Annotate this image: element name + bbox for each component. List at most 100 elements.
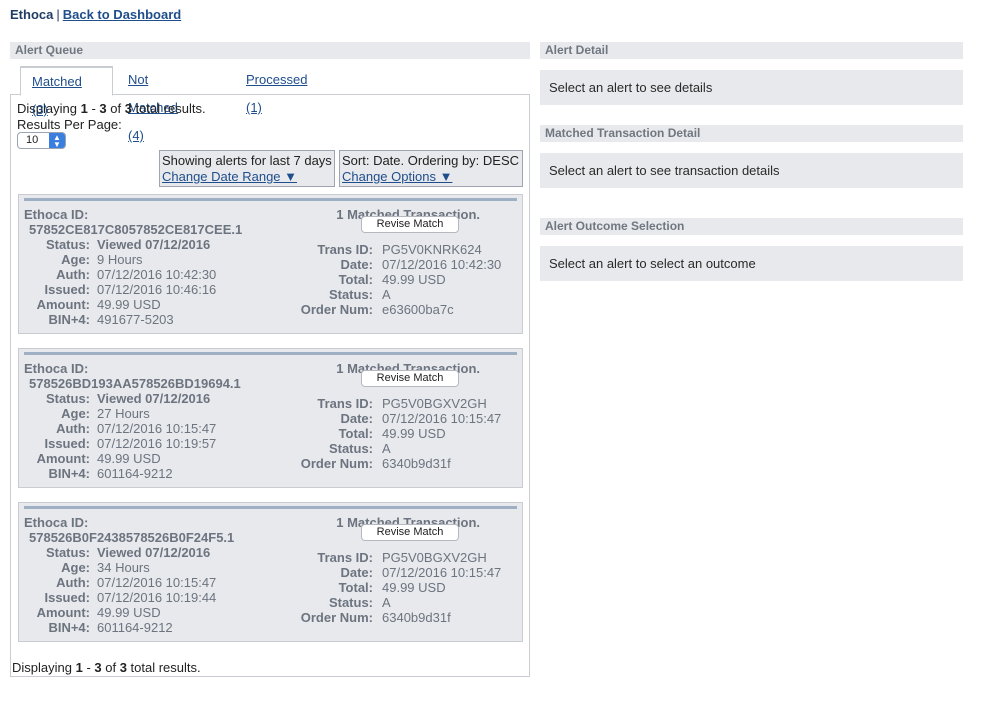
- total-value: 49.99 USD: [382, 272, 446, 287]
- alert-card[interactable]: Ethoca ID: 578526B0F2438578526B0F24F5.1 St…: [18, 502, 523, 642]
- stepper-icon: ▲ ▼: [49, 133, 65, 149]
- date-label: Date:: [340, 257, 373, 272]
- bin-label: BIN+4:: [48, 620, 90, 635]
- date-filter-box: Showing alerts for last 7 days Change Da…: [159, 150, 335, 187]
- amount-label: Amount:: [36, 297, 90, 312]
- order-num-value: 6340b9d31f: [382, 610, 451, 625]
- tab-not-matched[interactable]: Not Matched (4): [117, 66, 189, 143]
- date-label: Date:: [340, 411, 373, 426]
- alert-outcome-selection-header: Alert Outcome Selection: [540, 218, 963, 235]
- results-per-page-select[interactable]: 10 ▲ ▼: [17, 132, 66, 149]
- results-count-bottom: Displaying 1 - 3 of 3 total results.: [12, 660, 201, 675]
- order-num-label: Order Num:: [300, 610, 373, 625]
- bin-label: BIN+4:: [48, 466, 90, 481]
- sort-filter-box: Sort: Date. Ordering by: DESC Change Opt…: [339, 150, 523, 187]
- alert-card[interactable]: Ethoca ID: 578526BD193AA578526BD19694.1 St…: [18, 348, 523, 488]
- amount-label: Amount:: [36, 605, 90, 620]
- card-divider: [24, 506, 517, 509]
- issued-value: 07/12/2016 10:19:57: [97, 436, 217, 451]
- total-value: 49.99 USD: [382, 426, 446, 441]
- amount-value: 49.99 USD: [97, 297, 161, 312]
- trans-id-value: PG5V0BGXV2GH: [382, 396, 487, 411]
- matched-transaction-detail-message: Select an alert to see transaction detai…: [540, 153, 963, 188]
- total-label: Total:: [338, 426, 373, 441]
- order-num-label: Order Num:: [300, 302, 373, 317]
- tab-matched[interactable]: Matched (3): [20, 66, 113, 117]
- total-value: 49.99 USD: [382, 580, 446, 595]
- age-label: Age:: [61, 252, 90, 267]
- bin-value: 601164-9212: [97, 620, 173, 635]
- date-value: 07/12/2016 10:42:30: [382, 257, 502, 272]
- bin-value: 491677-5203: [97, 312, 174, 327]
- age-value: 9 Hours: [97, 252, 143, 267]
- change-date-range-link[interactable]: Change Date Range ▼: [162, 169, 297, 184]
- t-status-label: Status:: [328, 595, 373, 610]
- issued-value: 07/12/2016 10:19:44: [97, 590, 217, 605]
- date-filter-text: Showing alerts for last 7 days: [162, 153, 332, 168]
- ethoca-id-value: 578526B0F2438578526B0F24F5.1: [29, 530, 235, 545]
- ethoca-id-label: Ethoca ID:: [24, 515, 89, 530]
- ethoca-id-label: Ethoca ID:: [24, 361, 89, 376]
- alert-card[interactable]: Ethoca ID: 57852CE817C8057852CE817CEE.1 St…: [18, 194, 523, 334]
- issued-label: Issued:: [44, 436, 90, 451]
- status-label: Status:: [45, 237, 90, 252]
- status-value: Viewed 07/12/2016: [97, 391, 211, 406]
- amount-value: 49.99 USD: [97, 451, 161, 466]
- bin-label: BIN+4:: [48, 312, 90, 327]
- revise-match-button[interactable]: Revise Match: [361, 524, 459, 541]
- issued-label: Issued:: [44, 590, 90, 605]
- separator: |: [56, 7, 60, 22]
- status-label: Status:: [45, 545, 90, 560]
- t-status-label: Status:: [328, 441, 373, 456]
- change-options-link[interactable]: Change Options ▼: [342, 169, 452, 184]
- revise-match-button[interactable]: Revise Match: [361, 216, 459, 233]
- issued-label: Issued:: [44, 282, 90, 297]
- alert-detail-header: Alert Detail: [540, 42, 963, 59]
- date-value: 07/12/2016 10:15:47: [382, 411, 502, 426]
- bin-value: 601164-9212: [97, 466, 173, 481]
- ethoca-id-value: 57852CE817C8057852CE817CEE.1: [29, 222, 243, 237]
- total-label: Total:: [338, 272, 373, 287]
- back-to-dashboard-link[interactable]: Back to Dashboard: [63, 7, 181, 22]
- status-value: Viewed 07/12/2016: [97, 545, 211, 560]
- trans-id-value: PG5V0KNRK624: [382, 242, 482, 257]
- tab-processed[interactable]: Processed (1): [235, 66, 318, 115]
- age-value: 34 Hours: [97, 560, 150, 575]
- alert-queue-header: Alert Queue: [10, 42, 530, 59]
- auth-label: Auth:: [56, 267, 90, 282]
- status-value: Viewed 07/12/2016: [97, 237, 211, 252]
- t-status-label: Status:: [328, 287, 373, 302]
- total-label: Total:: [338, 580, 373, 595]
- order-num-label: Order Num:: [300, 456, 373, 471]
- matched-transaction-detail-header: Matched Transaction Detail: [540, 125, 963, 142]
- amount-label: Amount:: [36, 451, 90, 466]
- card-divider: [24, 352, 517, 355]
- trans-id-label: Trans ID:: [317, 242, 373, 257]
- ethoca-id-value: 578526BD193AA578526BD19694.1: [29, 376, 241, 391]
- auth-value: 07/12/2016 10:15:47: [97, 421, 217, 436]
- t-status-value: A: [382, 595, 391, 610]
- t-status-value: A: [382, 287, 391, 302]
- ethoca-id-label: Ethoca ID:: [24, 207, 89, 222]
- date-value: 07/12/2016 10:15:47: [382, 565, 502, 580]
- trans-id-label: Trans ID:: [317, 550, 373, 565]
- auth-label: Auth:: [56, 575, 90, 590]
- age-label: Age:: [61, 406, 90, 421]
- amount-value: 49.99 USD: [97, 605, 161, 620]
- date-label: Date:: [340, 565, 373, 580]
- t-status-value: A: [382, 441, 391, 456]
- auth-value: 07/12/2016 10:42:30: [97, 267, 217, 282]
- brand-name: Ethoca: [10, 7, 54, 22]
- auth-value: 07/12/2016 10:15:47: [97, 575, 217, 590]
- trans-id-value: PG5V0BGXV2GH: [382, 550, 487, 565]
- age-label: Age:: [61, 560, 90, 575]
- order-num-value: e63600ba7c: [382, 302, 454, 317]
- trans-id-label: Trans ID:: [317, 396, 373, 411]
- auth-label: Auth:: [56, 421, 90, 436]
- issued-value: 07/12/2016 10:46:16: [97, 282, 217, 297]
- card-divider: [24, 198, 517, 201]
- top-bar: Ethoca | Back to Dashboard: [10, 7, 181, 22]
- revise-match-button[interactable]: Revise Match: [361, 370, 459, 387]
- order-num-value: 6340b9d31f: [382, 456, 451, 471]
- age-value: 27 Hours: [97, 406, 150, 421]
